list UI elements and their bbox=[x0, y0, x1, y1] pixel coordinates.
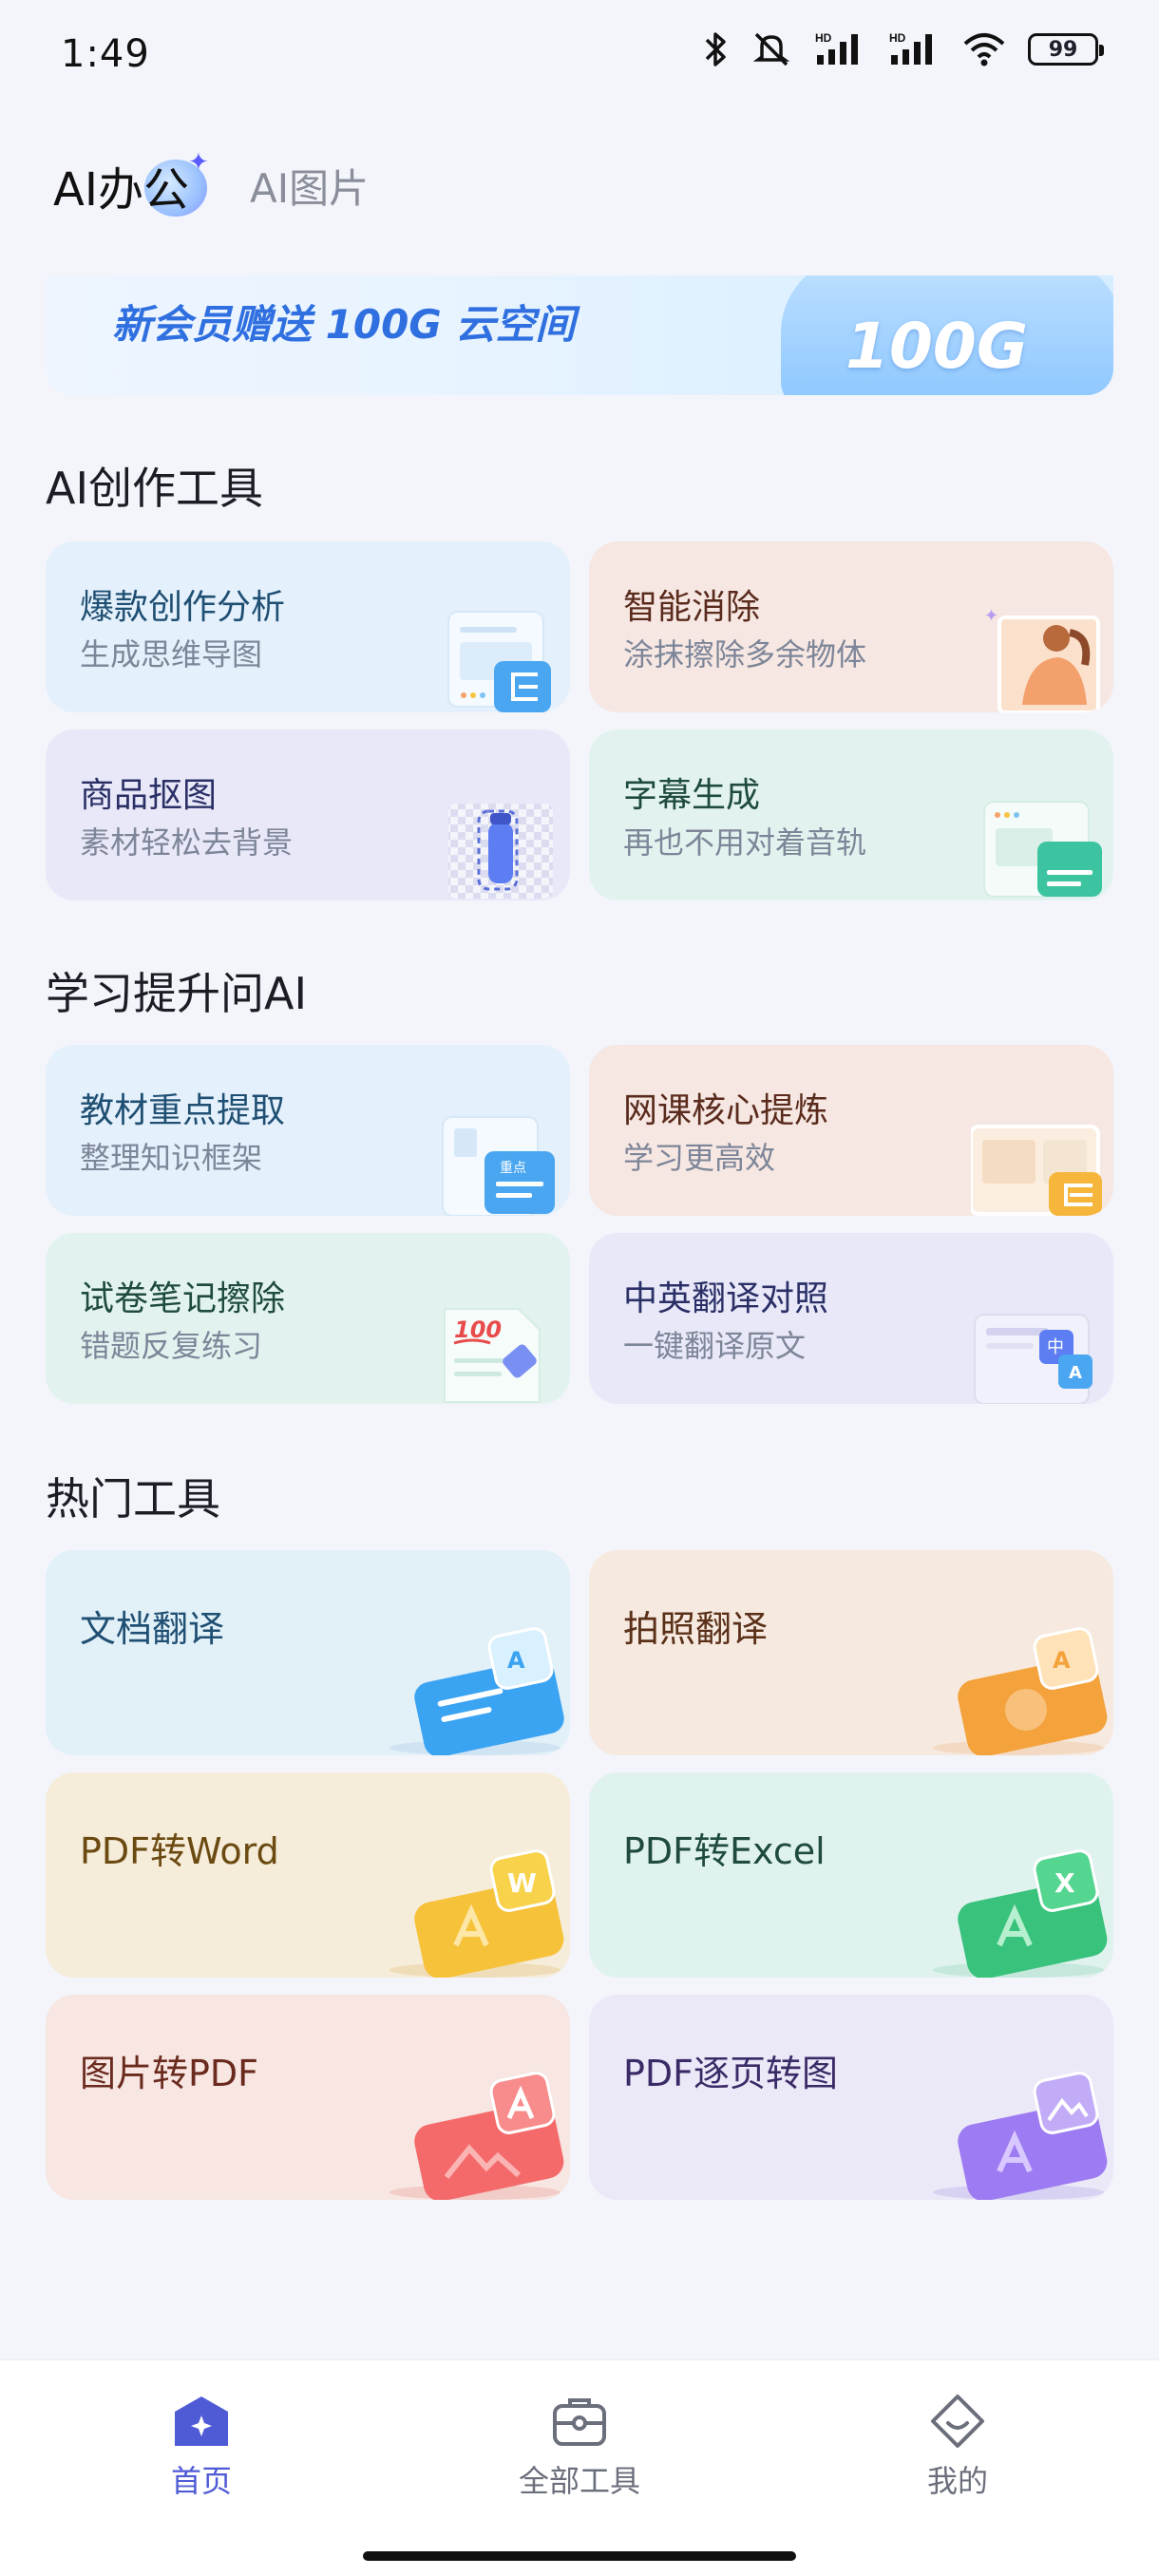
card-title: 中英翻译对照 bbox=[623, 1279, 829, 1318]
tool-pdf-to-excel[interactable]: PDF转Excel X bbox=[589, 1772, 1113, 1978]
subtitle-icon bbox=[983, 801, 1102, 898]
tool-photo-translate[interactable]: 拍照翻译 A bbox=[589, 1550, 1113, 1755]
banner-badge: 100G bbox=[846, 310, 1028, 383]
camera-translate-icon: A bbox=[933, 1627, 1108, 1755]
svg-text:A: A bbox=[507, 1647, 525, 1674]
mute-bell-icon bbox=[752, 32, 790, 66]
wifi-icon bbox=[963, 33, 1005, 66]
textbook-icon: 重点 bbox=[442, 1116, 555, 1216]
chinese-badge: 中 bbox=[1047, 1337, 1064, 1357]
status-icons: HD HD 99 bbox=[701, 30, 1104, 68]
card-exam-erase[interactable]: 试卷笔记擦除 错题反复练习 100 bbox=[46, 1233, 570, 1404]
banner-text: 新会员赠送 100G 云空间 bbox=[112, 301, 576, 348]
home-indicator[interactable] bbox=[363, 2551, 796, 2561]
tool-title: PDF转Word bbox=[80, 1830, 279, 1872]
card-title: 智能消除 bbox=[623, 588, 761, 627]
card-hot-content-analysis[interactable]: 爆款创作分析 生成思维导图 bbox=[46, 541, 570, 712]
card-title: 字幕生成 bbox=[623, 776, 761, 815]
card-subtitle: 学习更高效 bbox=[623, 1140, 776, 1176]
tool-title: 拍照翻译 bbox=[623, 1608, 769, 1650]
tool-title: PDF逐页转图 bbox=[623, 2053, 839, 2094]
keypoint-badge: 重点 bbox=[500, 1161, 526, 1176]
card-textbook-extract[interactable]: 教材重点提取 整理知识框架 重点 bbox=[46, 1045, 570, 1216]
tab-ai-office[interactable]: ✦ AI办公 bbox=[53, 148, 209, 218]
card-title: 爆款创作分析 bbox=[80, 588, 286, 627]
portrait-erase-icon: ✦ bbox=[984, 606, 1100, 712]
signal-hd-icon-2: HD bbox=[889, 31, 932, 65]
svg-text:X: X bbox=[1054, 1867, 1075, 1899]
svg-text:W: W bbox=[507, 1867, 537, 1899]
battery-level: 99 bbox=[1048, 37, 1078, 62]
pdf-excel-icon: X bbox=[933, 1849, 1108, 1978]
card-title: 商品抠图 bbox=[80, 776, 218, 815]
mindmap-icon bbox=[447, 611, 551, 712]
nav-all-tools-label: 全部工具 bbox=[518, 2463, 640, 2499]
hd-label-2: HD bbox=[889, 31, 906, 45]
card-subtitle: 整理知识框架 bbox=[80, 1140, 263, 1176]
nav-profile[interactable]: 我的 bbox=[863, 2393, 1053, 2501]
hd-label: HD bbox=[815, 31, 832, 45]
cutout-icon bbox=[448, 804, 553, 899]
card-online-course[interactable]: 网课核心提炼 学习更高效 bbox=[589, 1045, 1113, 1216]
nav-all-tools[interactable]: 全部工具 bbox=[484, 2393, 674, 2501]
profile-icon bbox=[931, 2395, 984, 2448]
document-translate-icon: A bbox=[390, 1627, 564, 1755]
tool-title: 图片转PDF bbox=[80, 2053, 259, 2094]
promo-banner[interactable]: 新会员赠送 100G 云空间 100G bbox=[46, 275, 1113, 395]
status-time: 1:49 bbox=[61, 32, 150, 76]
section-title-ai-creation: AI创作工具 bbox=[46, 463, 264, 514]
tool-pdf-to-word[interactable]: PDF转Word W bbox=[46, 1772, 570, 1978]
bluetooth-icon bbox=[705, 32, 726, 66]
sparkle-icon: ✦ bbox=[188, 148, 209, 177]
card-subtitle: 再也不用对着音轨 bbox=[623, 824, 867, 861]
card-subtitle: 素材轻松去背景 bbox=[80, 824, 294, 861]
tool-pdf-to-image[interactable]: PDF逐页转图 bbox=[589, 1995, 1113, 2200]
section-title-study: 学习提升问AI bbox=[46, 968, 308, 1019]
card-title: 网课核心提炼 bbox=[623, 1091, 829, 1130]
card-subtitle: 涂抹擦除多余物体 bbox=[623, 636, 867, 672]
tab-ai-office-label: AI办公 bbox=[53, 163, 189, 217]
card-subtitle: 生成思维导图 bbox=[80, 636, 263, 672]
card-translation-compare[interactable]: 中英翻译对照 一键翻译原文 中 A bbox=[589, 1233, 1113, 1404]
pdf-image-icon bbox=[933, 2072, 1108, 2200]
card-subtitle: 一键翻译原文 bbox=[623, 1328, 807, 1364]
translate-icon: 中 A bbox=[974, 1314, 1092, 1404]
card-title: 试卷笔记擦除 bbox=[80, 1279, 286, 1318]
tool-image-to-pdf[interactable]: 图片转PDF bbox=[46, 1995, 570, 2200]
svg-text:A: A bbox=[1069, 1363, 1082, 1383]
card-subtitle: 错题反复练习 bbox=[80, 1328, 263, 1364]
card-title: 教材重点提取 bbox=[80, 1091, 286, 1130]
card-product-cutout[interactable]: 商品抠图 素材轻松去背景 bbox=[46, 729, 570, 900]
tool-document-translate[interactable]: 文档翻译 A bbox=[46, 1550, 570, 1755]
tool-title: 文档翻译 bbox=[80, 1608, 225, 1650]
svg-text:✦: ✦ bbox=[984, 606, 998, 626]
nav-profile-label: 我的 bbox=[926, 2463, 988, 2499]
signal-hd-icon: HD bbox=[815, 31, 858, 65]
section-title-hot-tools: 热门工具 bbox=[46, 1473, 220, 1525]
top-tabs: ✦ AI办公 AI图片 bbox=[53, 148, 369, 218]
home-icon bbox=[175, 2396, 228, 2446]
battery-icon: 99 bbox=[1028, 33, 1104, 66]
svg-text:A: A bbox=[1053, 1647, 1071, 1674]
exam-paper-icon: 100 bbox=[444, 1308, 541, 1403]
course-video-icon bbox=[971, 1125, 1102, 1216]
nav-home-label: 首页 bbox=[170, 2463, 232, 2499]
toolbox-icon bbox=[553, 2398, 606, 2446]
tool-title: PDF转Excel bbox=[623, 1830, 826, 1872]
bottom-nav: 首页 全部工具 我的 bbox=[0, 2359, 1159, 2576]
status-bar: 1:49 HD HD 99 bbox=[0, 0, 1159, 114]
nav-home[interactable]: 首页 bbox=[106, 2393, 296, 2501]
card-smart-erase[interactable]: 智能消除 涂抹擦除多余物体 ✦ bbox=[589, 541, 1113, 712]
tab-ai-image[interactable]: AI图片 bbox=[250, 157, 369, 215]
image-pdf-icon bbox=[390, 2072, 564, 2200]
pdf-word-icon: W bbox=[390, 1849, 564, 1978]
card-subtitle-generation[interactable]: 字幕生成 再也不用对着音轨 bbox=[589, 729, 1113, 900]
